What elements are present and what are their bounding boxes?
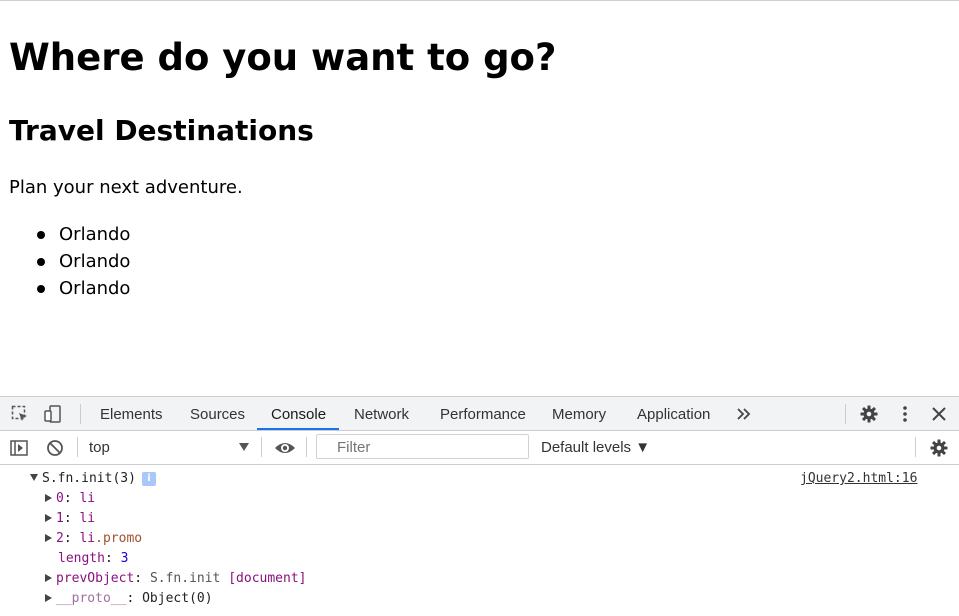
object-property-row[interactable]: prevObject: S.fn.init [document] [45,569,307,589]
expand-triangle-icon[interactable] [30,474,38,481]
web-page: Where do you want to go? Travel Destinat… [0,0,959,396]
list-item: Orlando [0,277,130,304]
list-item-text: Orlando [59,251,131,272]
console-settings-gear-icon[interactable] [930,439,948,457]
property-key: prevObject [56,571,135,586]
property-value: Object(0) [142,591,213,606]
inspect-element-icon[interactable] [11,405,29,423]
device-toolbar-icon[interactable] [44,405,62,423]
property-extra: [document] [228,571,307,586]
expand-triangle-icon[interactable] [45,574,52,582]
tab-elements[interactable]: Elements [100,397,163,430]
bullet-icon [37,231,45,239]
active-tab-indicator [257,428,339,430]
property-colon: : [126,591,143,606]
close-icon[interactable] [930,405,948,423]
property-key: length [58,551,105,566]
toolbar-separator [77,437,78,457]
tabbar-separator [80,404,81,424]
property-colon: : [104,551,121,566]
source-link[interactable]: jQuery2.html:16 [800,469,917,489]
devtools-tabbar: Elements Sources Console Network Perform… [0,397,959,431]
expand-triangle-icon[interactable] [45,514,52,522]
console-toolbar: top Default levels ▼ [0,431,959,465]
property-key: 2 [56,531,64,546]
tab-performance[interactable]: Performance [440,397,526,430]
property-colon: : [63,511,80,526]
list-item: Orlando [0,250,130,277]
tab-memory[interactable]: Memory [552,397,606,430]
context-selector[interactable]: top [89,431,110,464]
tab-network[interactable]: Network [354,397,409,430]
settings-gear-icon[interactable] [860,405,878,423]
object-property-row[interactable]: 2: li.promo [45,529,142,549]
bullet-icon [37,285,45,293]
object-property-row[interactable]: 1: li [45,509,95,529]
toolbar-separator [306,437,307,457]
property-value: li [79,511,96,526]
tab-sources[interactable]: Sources [190,397,245,430]
log-levels-dropdown[interactable]: Default levels ▼ [541,431,650,464]
log-object-label: S.fn.init(3) [42,471,136,486]
list-item-text: Orlando [59,278,131,299]
more-options-icon[interactable] [896,405,914,423]
toolbar-separator [261,437,262,457]
toolbar-separator [915,437,916,457]
property-value: li [79,491,96,506]
property-value: S.fn.init [149,571,221,586]
live-expression-eye-icon[interactable] [274,439,296,457]
intro-paragraph: Plan your next adventure. [9,177,243,198]
chevron-down-icon[interactable] [239,443,249,451]
expand-triangle-icon[interactable] [45,534,52,542]
expand-triangle-icon[interactable] [45,494,52,502]
show-sidebar-icon[interactable] [10,439,28,457]
tabbar-separator [845,404,846,424]
bullet-icon [37,258,45,266]
property-colon: : [63,491,80,506]
object-property-row: length: 3 [58,549,128,569]
filter-input[interactable] [316,434,529,459]
property-key: __proto__ [56,591,127,606]
page-heading: Where do you want to go? [9,36,557,79]
clear-console-icon[interactable] [46,439,64,457]
property-colon: : [134,571,150,586]
section-heading: Travel Destinations [9,114,314,147]
devtools-panel: Elements Sources Console Network Perform… [0,396,959,616]
property-key: 1 [56,511,64,526]
tab-application[interactable]: Application [637,397,710,430]
object-property-row[interactable]: 0: li [45,489,95,509]
console-output: S.fn.init(3) i jQuery2.html:16 0: li 1: l… [0,465,959,615]
list-item-text: Orlando [59,224,131,245]
object-property-row[interactable]: __proto__: Object(0) [45,589,213,609]
more-tabs-icon[interactable] [736,406,752,422]
property-colon: : [63,531,80,546]
console-log-entry[interactable]: S.fn.init(3) i [30,469,156,489]
list-item: Orlando [0,223,130,250]
property-value: 3 [120,551,129,566]
expand-triangle-icon[interactable] [45,594,52,602]
tab-console[interactable]: Console [271,397,326,430]
destinations-list: Orlando Orlando Orlando [0,223,130,304]
property-key: 0 [56,491,64,506]
property-class: .promo [95,531,143,546]
property-value: li [79,531,96,546]
info-icon[interactable]: i [141,472,156,486]
